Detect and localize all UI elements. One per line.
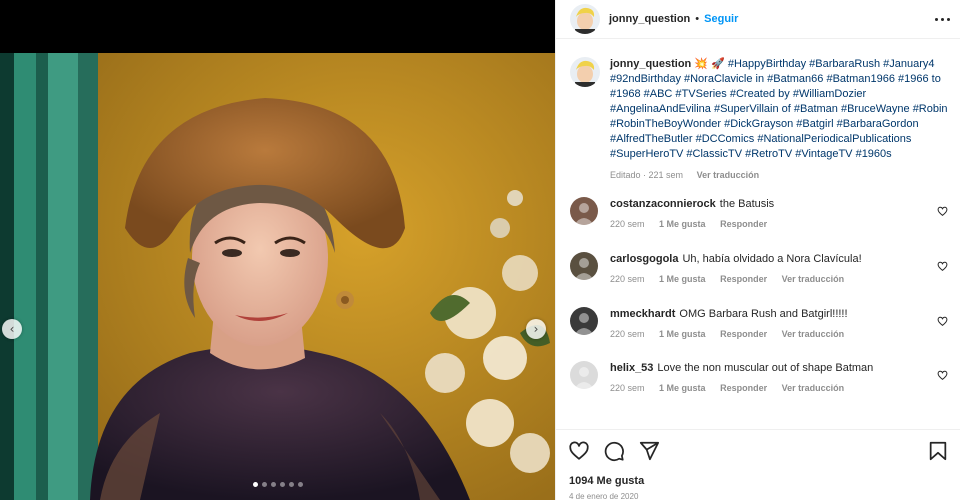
- comment-time[interactable]: 220 sem: [610, 329, 645, 339]
- avatar-image: [570, 57, 600, 87]
- comment-row: mmeckhardt OMG Barbara Rush and Batgirl!!…: [570, 307, 950, 355]
- chevron-right-icon: ›: [533, 322, 539, 336]
- comment-translate-link[interactable]: Ver traducción: [782, 383, 845, 393]
- caption-hashtags[interactable]: #HappyBirthday #BarbaraRush #January4 #9…: [610, 58, 948, 160]
- avatar-image: [570, 252, 598, 280]
- author-avatar[interactable]: [570, 4, 600, 34]
- commenter-avatar[interactable]: [570, 307, 598, 335]
- comment-row: carlosgogola Uh, había olvidado a Nora Cl…: [570, 252, 950, 300]
- comment-text: helix_53 Love the non muscular out of sha…: [610, 361, 930, 376]
- avatar-image: [570, 361, 598, 389]
- comment-meta: 220 sem 1 Me gusta Responder: [610, 219, 930, 229]
- post-photo[interactable]: ‹ ›: [0, 53, 555, 500]
- header-separator: •: [695, 13, 700, 25]
- carousel-dot: [252, 482, 258, 487]
- post-actions: 1094 Me gusta 4 de enero de 2020: [556, 429, 960, 500]
- carousel-next-button[interactable]: ›: [526, 319, 546, 339]
- more-options-icon[interactable]: [935, 13, 951, 25]
- post-date[interactable]: 4 de enero de 2020: [569, 492, 638, 500]
- caption-meta: Editado · 221 sem Ver traducción: [610, 168, 950, 183]
- caption-edited: Editado · 221 sem: [610, 170, 684, 180]
- author-username[interactable]: jonny_question: [609, 13, 690, 25]
- avatar-image: [570, 307, 598, 335]
- comment-like-icon[interactable]: [937, 261, 948, 272]
- commenter-avatar[interactable]: [570, 361, 598, 389]
- comment-time[interactable]: 220 sem: [610, 383, 645, 393]
- comment-row: helix_53 Love the non muscular out of sha…: [570, 361, 950, 409]
- reply-button[interactable]: Responder: [720, 383, 767, 393]
- comment-text: mmeckhardt OMG Barbara Rush and Batgirl!!…: [610, 307, 930, 322]
- comment-time[interactable]: 220 sem: [610, 274, 645, 284]
- like-heart-icon[interactable]: [568, 440, 590, 462]
- caption-avatar[interactable]: [570, 57, 600, 87]
- comment-likes[interactable]: 1 Me gusta: [659, 383, 706, 393]
- comment-meta: 220 sem 1 Me gusta Responder Ver traducc…: [610, 383, 930, 393]
- chevron-left-icon: ‹: [9, 322, 15, 336]
- carousel-dot: [270, 482, 276, 487]
- comment-body: Uh, había olvidado a Nora Clavícula!: [682, 253, 862, 265]
- avatar-image: [570, 4, 600, 34]
- carousel-dot: [288, 482, 294, 487]
- comment-text: carlosgogola Uh, había olvidado a Nora Cl…: [610, 252, 930, 267]
- post-panel: jonny_question • Seguir jonny_question 💥…: [555, 0, 960, 500]
- comment-body: Love the non muscular out of shape Batma…: [657, 362, 874, 374]
- comment-meta: 220 sem 1 Me gusta Responder Ver traducc…: [610, 274, 930, 284]
- commenter-username[interactable]: mmeckhardt: [610, 308, 675, 320]
- commenter-avatar[interactable]: [570, 252, 598, 280]
- caption-text: jonny_question 💥 🚀 #HappyBirthday #Barba…: [610, 57, 950, 162]
- comment-likes[interactable]: 1 Me gusta: [659, 274, 706, 284]
- comment-time[interactable]: 220 sem: [610, 219, 645, 229]
- comment-body: the Batusis: [719, 198, 775, 210]
- caption-translate-link[interactable]: Ver traducción: [697, 170, 760, 180]
- commenter-username[interactable]: carlosgogola: [610, 253, 678, 265]
- carousel-indicator: [0, 482, 555, 487]
- caption-username[interactable]: jonny_question: [610, 58, 691, 70]
- reply-button[interactable]: Responder: [720, 274, 767, 284]
- comment-likes[interactable]: 1 Me gusta: [659, 329, 706, 339]
- carousel-dot: [297, 482, 303, 487]
- comment-translate-link[interactable]: Ver traducción: [782, 329, 845, 339]
- comment-text: costanzaconnierock the Batusis: [610, 197, 930, 212]
- bookmark-save-icon[interactable]: [927, 440, 949, 462]
- comment-like-icon[interactable]: [937, 206, 948, 217]
- comment-like-icon[interactable]: [937, 316, 948, 327]
- photo-illustration: [0, 53, 555, 500]
- comment-likes[interactable]: 1 Me gusta: [659, 219, 706, 229]
- comment-row: costanzaconnierock the Batusis 220 sem 1 …: [570, 197, 950, 245]
- share-send-icon[interactable]: [638, 440, 660, 462]
- follow-button[interactable]: Seguir: [704, 13, 738, 25]
- post-caption: jonny_question 💥 🚀 #HappyBirthday #Barba…: [570, 57, 950, 183]
- comment-translate-link[interactable]: Ver traducción: [782, 274, 845, 284]
- commenter-username[interactable]: helix_53: [610, 362, 653, 374]
- likes-count[interactable]: 1094 Me gusta: [569, 475, 644, 487]
- commenter-username[interactable]: costanzaconnierock: [610, 198, 716, 210]
- comments-scroll-area[interactable]: jonny_question 💥 🚀 #HappyBirthday #Barba…: [556, 39, 960, 429]
- comment-like-icon[interactable]: [937, 370, 948, 381]
- avatar-image: [570, 197, 598, 225]
- comment-meta: 220 sem 1 Me gusta Responder Ver traducc…: [610, 329, 930, 339]
- comment-bubble-icon[interactable]: [603, 440, 625, 462]
- reply-button[interactable]: Responder: [720, 329, 767, 339]
- carousel-prev-button[interactable]: ‹: [2, 319, 22, 339]
- reply-button[interactable]: Responder: [720, 219, 767, 229]
- commenter-avatar[interactable]: [570, 197, 598, 225]
- post-media: ‹ ›: [0, 0, 555, 500]
- carousel-dot: [261, 482, 267, 487]
- comment-body: OMG Barbara Rush and Batgirl!!!!!: [679, 308, 848, 320]
- post-header: jonny_question • Seguir: [556, 0, 960, 39]
- caption-emoji: 💥 🚀: [694, 58, 725, 70]
- carousel-dot: [279, 482, 285, 487]
